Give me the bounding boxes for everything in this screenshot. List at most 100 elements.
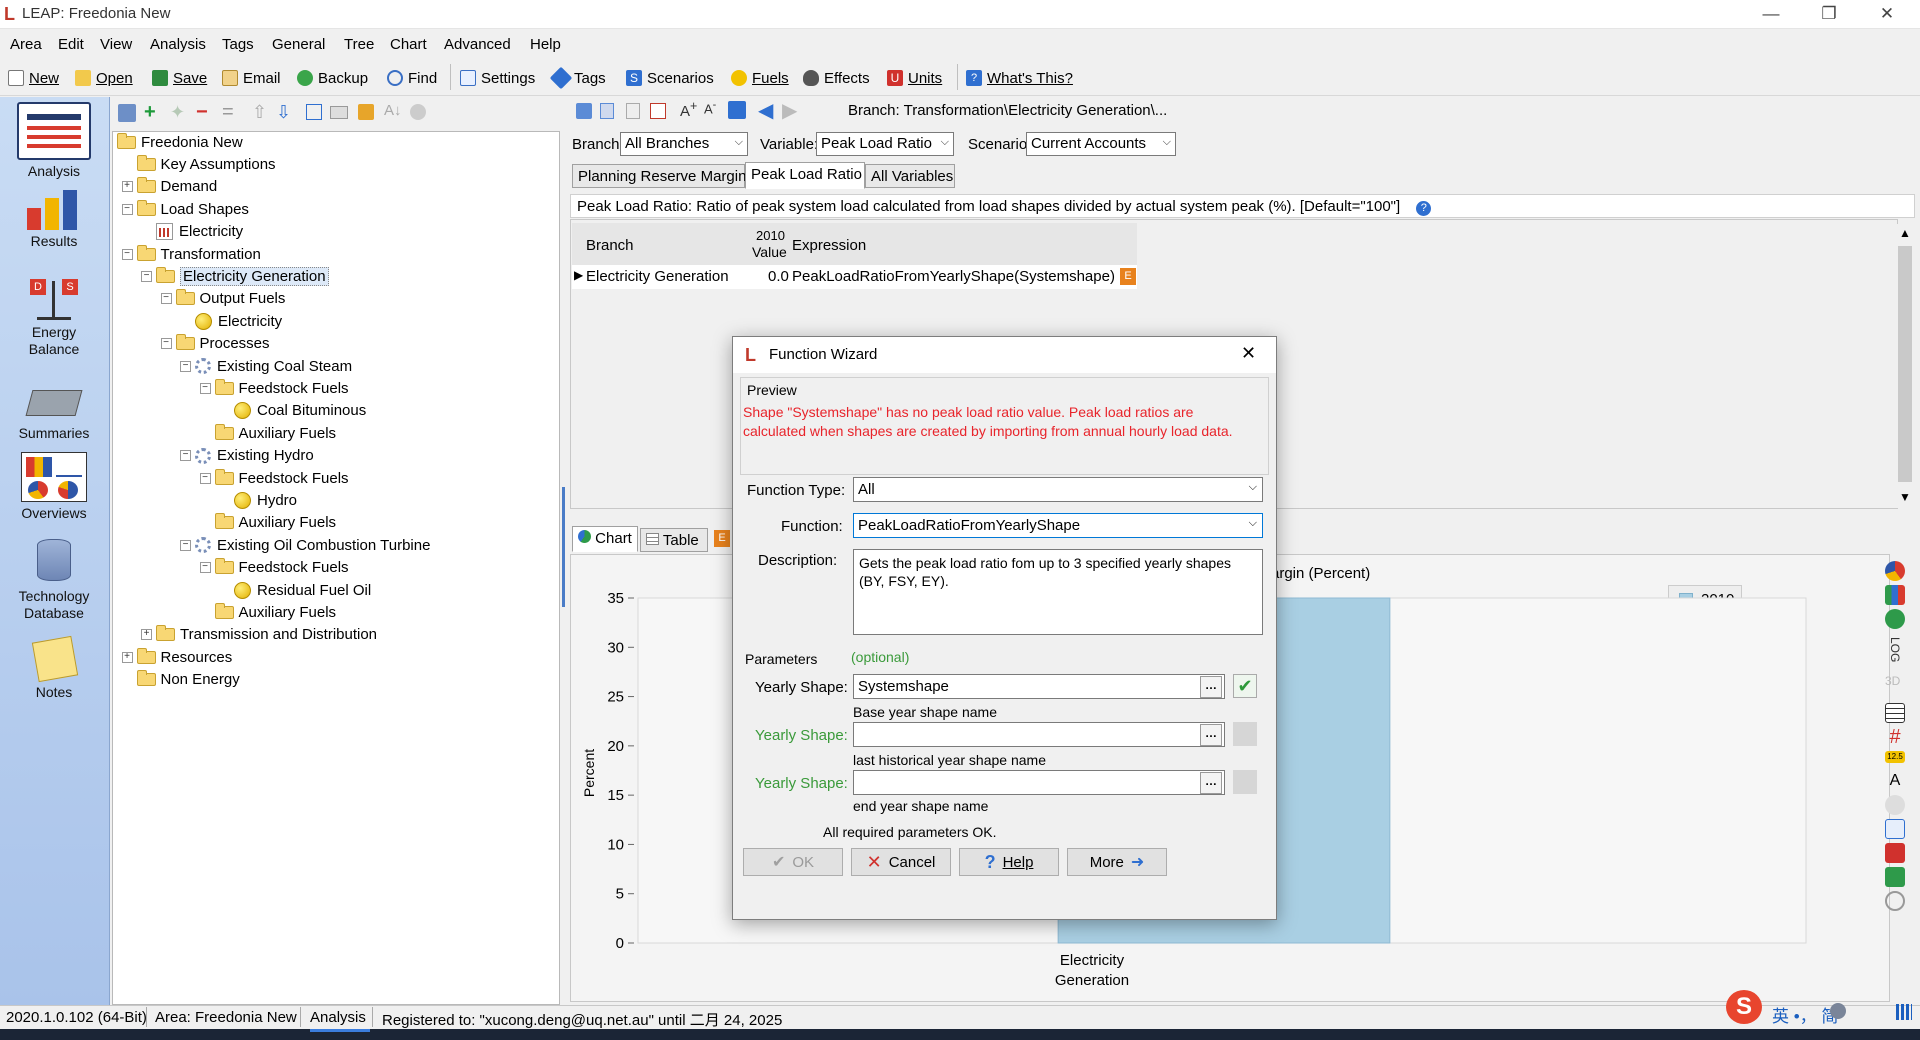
- tree-node[interactable]: Coal Bituminous: [234, 400, 366, 422]
- expand-icon[interactable]: +: [121, 181, 133, 193]
- yearly-shape-input-3[interactable]: [853, 770, 1225, 795]
- menu-tags[interactable]: Tags: [222, 36, 254, 53]
- collapse-icon[interactable]: −: [199, 382, 211, 394]
- tree-tool-icon[interactable]: [410, 104, 426, 120]
- font-icon[interactable]: A: [1885, 771, 1905, 791]
- nav-summaries[interactable]: Summaries: [0, 382, 108, 442]
- 3d-toggle[interactable]: 3D: [1885, 671, 1905, 691]
- forward-arrow-icon[interactable]: ▶: [782, 98, 797, 123]
- collapse-icon[interactable]: −: [199, 562, 211, 574]
- yearly-shape-input-1[interactable]: Systemshape: [853, 674, 1225, 699]
- fuels-button[interactable]: Fuels: [731, 66, 789, 90]
- tree-node[interactable]: − Output Fuels: [160, 288, 285, 310]
- nav-overviews[interactable]: Overviews: [0, 452, 108, 522]
- tree-node[interactable]: − Feedstock Fuels: [199, 467, 349, 489]
- collapse-icon[interactable]: −: [180, 360, 191, 372]
- nav-notes[interactable]: Notes: [0, 635, 108, 701]
- copy-chart-icon[interactable]: [1885, 819, 1905, 839]
- ime-menu-icon[interactable]: [1896, 1004, 1912, 1020]
- expand-icon[interactable]: +: [141, 629, 152, 641]
- tree-node[interactable]: − Electricity Generation: [141, 265, 329, 287]
- units-button[interactable]: U Units: [887, 66, 942, 90]
- ime-logo-icon[interactable]: S: [1726, 990, 1762, 1024]
- paste-icon[interactable]: [626, 103, 640, 119]
- browse-shape-button-3[interactable]: …: [1200, 772, 1222, 794]
- delete-all-icon[interactable]: =: [222, 102, 234, 122]
- tree-node[interactable]: Electricity: [156, 221, 243, 243]
- new-button[interactable]: New: [8, 66, 59, 90]
- tree-node[interactable]: Hydro: [234, 489, 297, 511]
- add-branch-icon[interactable]: +: [144, 102, 156, 122]
- variable-select[interactable]: Peak Load Ratio ⌵: [816, 132, 954, 156]
- move-down-icon[interactable]: ⇩: [276, 102, 291, 123]
- whats-this-button[interactable]: ? What's This?: [966, 66, 1073, 90]
- close-window-button[interactable]: ✕: [1858, 0, 1916, 29]
- scroll-down-icon[interactable]: ▼: [1899, 490, 1911, 504]
- collapse-folder-icon[interactable]: [330, 106, 348, 119]
- lock-icon[interactable]: [358, 104, 374, 120]
- decrease-font-icon[interactable]: A-: [704, 99, 716, 116]
- effects-button[interactable]: Effects: [803, 66, 870, 90]
- tree-node[interactable]: + Resources: [121, 646, 232, 668]
- dialog-close-button[interactable]: ✕: [1241, 343, 1256, 364]
- area-type-icon[interactable]: [1885, 609, 1905, 629]
- nav-technology-database[interactable]: Technology Database: [0, 535, 108, 622]
- tree-node[interactable]: Residual Fuel Oil: [234, 579, 371, 601]
- ime-user-icon[interactable]: [1830, 1003, 1846, 1019]
- tree-node[interactable]: + Transmission and Distribution: [141, 624, 377, 646]
- scroll-thumb[interactable]: [1898, 246, 1912, 482]
- browse-shape-button-2[interactable]: …: [1200, 724, 1222, 746]
- save-button[interactable]: Save: [152, 66, 207, 90]
- help-icon[interactable]: ?: [1416, 201, 1432, 216]
- tree-node[interactable]: − Processes: [160, 333, 270, 355]
- pie-type-icon[interactable]: [1885, 561, 1905, 581]
- collapse-icon[interactable]: −: [180, 450, 191, 462]
- collapse-icon[interactable]: −: [121, 203, 133, 215]
- row-value[interactable]: 0.0: [768, 268, 789, 285]
- ime-status[interactable]: 英 •， 简: [1772, 1002, 1838, 1027]
- menu-chart[interactable]: Chart: [390, 36, 427, 53]
- collapse-icon[interactable]: −: [160, 338, 172, 350]
- tree-node[interactable]: Auxiliary Fuels: [214, 422, 336, 444]
- tags-button[interactable]: Tags: [549, 66, 606, 90]
- tab-all-variables[interactable]: All Variables: [865, 164, 955, 188]
- menu-edit[interactable]: Edit: [58, 36, 84, 53]
- settings-button[interactable]: Settings: [460, 66, 535, 90]
- tree-node[interactable]: − Feedstock Fuels: [199, 377, 349, 399]
- scenario-select[interactable]: Current Accounts ⌵: [1026, 132, 1176, 156]
- tree-node[interactable]: − Existing Coal Steam: [180, 355, 352, 377]
- collapse-icon[interactable]: −: [160, 293, 172, 305]
- nav-analysis[interactable]: Analysis: [0, 102, 108, 180]
- tab-chart[interactable]: Chart: [572, 526, 638, 552]
- ok-button[interactable]: ✔ OK: [743, 848, 843, 876]
- copy-icon[interactable]: [600, 103, 614, 119]
- yearly-shape-input-2[interactable]: [853, 722, 1225, 747]
- legend-toggle-icon[interactable]: [1885, 703, 1905, 723]
- function-type-select[interactable]: All ⌵: [853, 477, 1263, 502]
- collapse-icon[interactable]: −: [180, 539, 191, 551]
- nav-energy-balance[interactable]: D S Energy Balance: [0, 277, 108, 358]
- tree-node[interactable]: − Existing Oil Combustion Turbine: [180, 534, 430, 556]
- move-up-icon[interactable]: ⇧: [252, 102, 267, 123]
- tree-properties-icon[interactable]: [118, 104, 136, 122]
- add-sibling-icon[interactable]: ✦: [170, 103, 185, 121]
- menu-advanced[interactable]: Advanced: [444, 36, 511, 53]
- collapse-icon[interactable]: −: [199, 472, 211, 484]
- export-icon[interactable]: [650, 103, 666, 119]
- browse-shape-button-1[interactable]: …: [1200, 676, 1222, 698]
- tools-icon[interactable]: [1885, 891, 1905, 911]
- table-row[interactable]: ▶ Electricity Generation 0.0 PeakLoadRat…: [572, 265, 1137, 289]
- collapse-icon[interactable]: −: [141, 270, 152, 282]
- tree-node[interactable]: − Feedstock Fuels: [199, 557, 349, 579]
- number-format-icon[interactable]: 12.5: [1885, 751, 1905, 763]
- help-button[interactable]: ? Help: [959, 848, 1059, 876]
- more-button[interactable]: More ➜: [1067, 848, 1167, 876]
- find-button[interactable]: Find: [387, 66, 437, 90]
- gridlines-icon[interactable]: #: [1885, 727, 1905, 747]
- tab-planning-reserve-margin[interactable]: Planning Reserve Margin: [572, 164, 746, 188]
- tree-node[interactable]: Freedonia New: [117, 131, 243, 153]
- collapse-icon[interactable]: −: [121, 248, 133, 260]
- tree-node[interactable]: Key Assumptions: [136, 153, 276, 175]
- tab-peak-load-ratio[interactable]: Peak Load Ratio: [745, 162, 865, 189]
- log-scale-toggle[interactable]: LOG: [1885, 637, 1905, 662]
